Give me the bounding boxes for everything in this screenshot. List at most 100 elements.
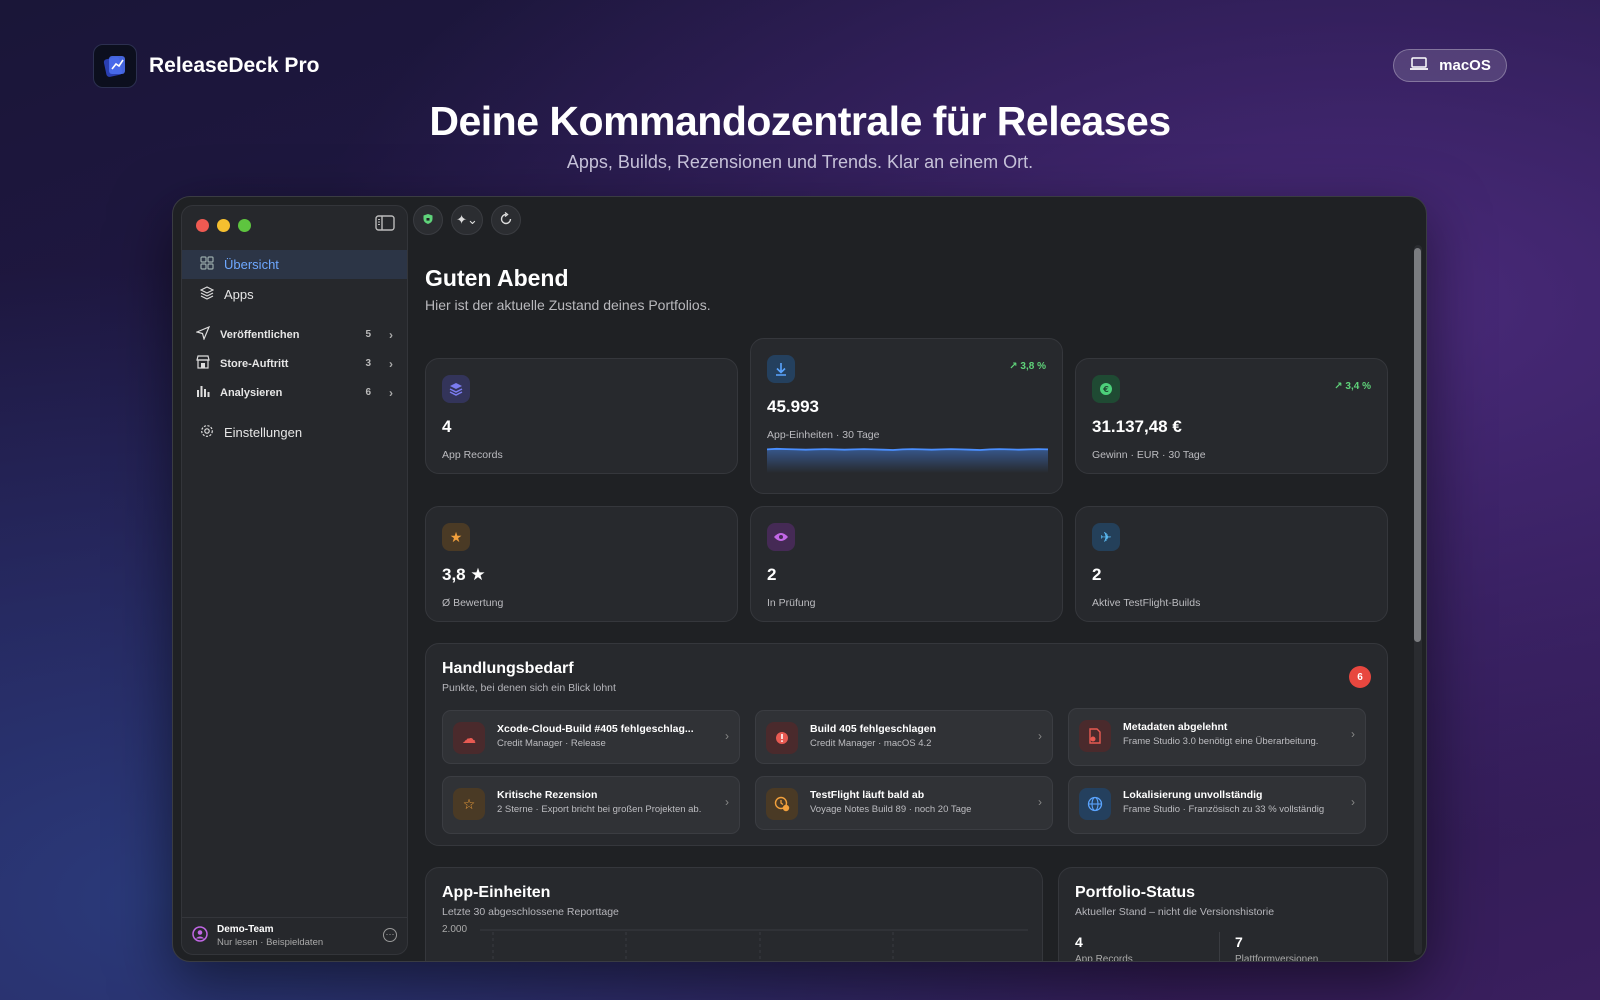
action-item[interactable]: TestFlight läuft bald ab Voyage Notes Bu… [755, 776, 1053, 830]
kpi-value: 3,8 ★ [442, 565, 486, 584]
sidebar-group-count: 5 [365, 329, 371, 340]
sidebar-group-label: Analysieren [220, 386, 283, 399]
kpi-card-app-units[interactable]: ↗ 3,8 % 45.993 App-Einheiten · 30 Tage [750, 338, 1063, 494]
trend-up-icon: ↗ [1009, 361, 1018, 372]
kpi-value: 45.993 [767, 397, 819, 416]
kpi-value: 4 [442, 417, 452, 436]
svg-text:€: € [1102, 385, 1109, 394]
team-name: Demo-Team [217, 924, 274, 935]
kpi-value: 2 [767, 565, 777, 584]
bar-chart-icon [196, 384, 210, 401]
kpi-card-profit[interactable]: € ↗ 3,4 % 31.137,48 € Gewinn · EUR · 30 … [1075, 358, 1388, 474]
cloud-error-icon: ☁ [453, 722, 485, 754]
half-star-icon: ☆ [453, 788, 485, 820]
chevron-right-icon: › [725, 729, 729, 743]
chevron-right-icon: › [1351, 795, 1355, 809]
sidebar-group-store-auftritt[interactable]: Store-Auftritt 3 › [182, 349, 407, 378]
action-item[interactable]: ☁ Xcode-Cloud-Build #405 fehlgeschlag...… [442, 710, 740, 764]
clock-warning-icon [766, 788, 798, 820]
globe-icon [1079, 788, 1111, 820]
chevron-right-icon: › [1038, 795, 1042, 809]
section-title: Portfolio-Status [1075, 884, 1195, 901]
laptop-icon [1409, 56, 1429, 75]
team-switcher[interactable]: Demo-Team Nur lesen · Beispieldaten ··· [182, 917, 407, 954]
grid-icon [200, 256, 214, 273]
portfolio-stat: 7 Plattformversionen [1235, 934, 1319, 962]
section-title: App-Einheiten [442, 884, 551, 901]
window-controls [196, 219, 251, 232]
kpi-label: Aktive TestFlight-Builds [1092, 597, 1201, 609]
kpi-value: 2 [1092, 565, 1102, 584]
scrollbar-thumb[interactable] [1414, 248, 1421, 642]
greeting-title: Guten Abend [425, 265, 569, 291]
download-icon [767, 355, 795, 383]
divider [1219, 932, 1220, 961]
zoom-window-button[interactable] [238, 219, 251, 232]
minimize-window-button[interactable] [217, 219, 230, 232]
kpi-label: In Prüfung [767, 597, 816, 609]
sidebar-toggle-icon[interactable] [375, 215, 397, 233]
sidebar-group-label: Store-Auftritt [220, 357, 289, 370]
action-item[interactable]: ☆ Kritische Rezension 2 Sterne · Export … [442, 776, 740, 834]
team-status: Nur lesen · Beispieldaten [217, 937, 324, 948]
star-icon: ★ [442, 523, 470, 551]
kpi-card-rating[interactable]: ★ 3,8 ★ Ø Bewertung [425, 506, 738, 622]
units-sparkline [767, 447, 1048, 473]
document-error-icon [1079, 720, 1111, 752]
paper-plane-icon [195, 325, 211, 343]
kpi-card-app-records[interactable]: 4 App Records [425, 358, 738, 474]
close-window-button[interactable] [196, 219, 209, 232]
chart-grid [480, 929, 1028, 961]
sidebar-item-apps[interactable]: Apps [182, 280, 407, 309]
action-needed-section: Handlungsbedarf Punkte, bei denen sich e… [425, 643, 1388, 846]
kpi-trend: ↗ 3,4 % [1334, 381, 1371, 392]
sparkline-area [767, 448, 1048, 473]
airplane-icon: ✈ [1092, 523, 1120, 551]
action-count-badge: 6 [1349, 666, 1371, 688]
app-logo-icon [93, 44, 137, 88]
sidebar: Übersicht Apps Veröffentlichen 5 › Store… [181, 205, 408, 955]
kpi-card-in-review[interactable]: 2 In Prüfung [750, 506, 1063, 622]
sidebar-group-count: 3 [365, 358, 371, 369]
team-avatar-icon [192, 925, 208, 947]
sidebar-item-label: Übersicht [224, 257, 279, 272]
sidebar-group-veroeffentlichen[interactable]: Veröffentlichen 5 › [182, 320, 407, 349]
action-item[interactable]: Lokalisierung unvollständig Frame Studio… [1068, 776, 1366, 834]
stack-icon [442, 375, 470, 403]
app-window: Übersicht Apps Veröffentlichen 5 › Store… [172, 196, 1427, 962]
sidebar-item-label: Einstellungen [224, 425, 303, 440]
main-content: Guten Abend Hier ist der aktuelle Zustan… [425, 197, 1388, 962]
brand: ReleaseDeck Pro [93, 44, 319, 88]
kpi-label: App Records [442, 449, 503, 461]
chevron-right-icon: › [389, 356, 393, 371]
storefront-icon [196, 355, 210, 372]
greeting-subtitle: Hier ist der aktuelle Zustand deines Por… [425, 297, 711, 313]
kpi-trend: ↗ 3,8 % [1009, 361, 1046, 372]
sidebar-group-analysieren[interactable]: Analysieren 6 › [182, 378, 407, 407]
kpi-label: App-Einheiten · 30 Tage [767, 429, 880, 441]
section-subtitle: Punkte, bei denen sich ein Blick lohnt [442, 682, 616, 694]
sidebar-item-uebersicht[interactable]: Übersicht [182, 250, 407, 279]
hero-title: Deine Kommandozentrale für Releases [429, 98, 1171, 144]
action-item[interactable]: Metadaten abgelehnt Frame Studio 3.0 ben… [1068, 708, 1366, 766]
section-subtitle: Letzte 30 abgeschlossene Reporttage [442, 906, 619, 918]
chevron-right-icon: › [1038, 729, 1042, 743]
hero-subtitle: Apps, Builds, Rezensionen und Trends. Kl… [566, 152, 1034, 172]
eye-icon [767, 523, 795, 551]
error-icon [766, 722, 798, 754]
section-title: Handlungsbedarf [442, 660, 574, 677]
action-item[interactable]: Build 405 fehlgeschlagen Credit Manager … [755, 710, 1053, 764]
more-options-icon[interactable]: ··· [383, 928, 397, 942]
brand-name: ReleaseDeck Pro [149, 54, 320, 77]
kpi-label: Gewinn · EUR · 30 Tage [1092, 449, 1206, 461]
platform-label: macOS [1439, 57, 1491, 74]
chevron-right-icon: › [725, 795, 729, 809]
portfolio-status-card: Portfolio-Status Aktueller Stand – nicht… [1058, 867, 1388, 962]
sidebar-item-einstellungen[interactable]: Einstellungen [182, 418, 407, 447]
chevron-right-icon: › [389, 327, 393, 342]
chevron-right-icon: › [389, 385, 393, 400]
app-units-chart-card: App-Einheiten Letzte 30 abgeschlossene R… [425, 867, 1043, 961]
euro-icon: € [1092, 375, 1120, 403]
platform-switch-button[interactable]: macOS [1393, 49, 1507, 82]
kpi-card-testflight[interactable]: ✈ 2 Aktive TestFlight-Builds [1075, 506, 1388, 622]
